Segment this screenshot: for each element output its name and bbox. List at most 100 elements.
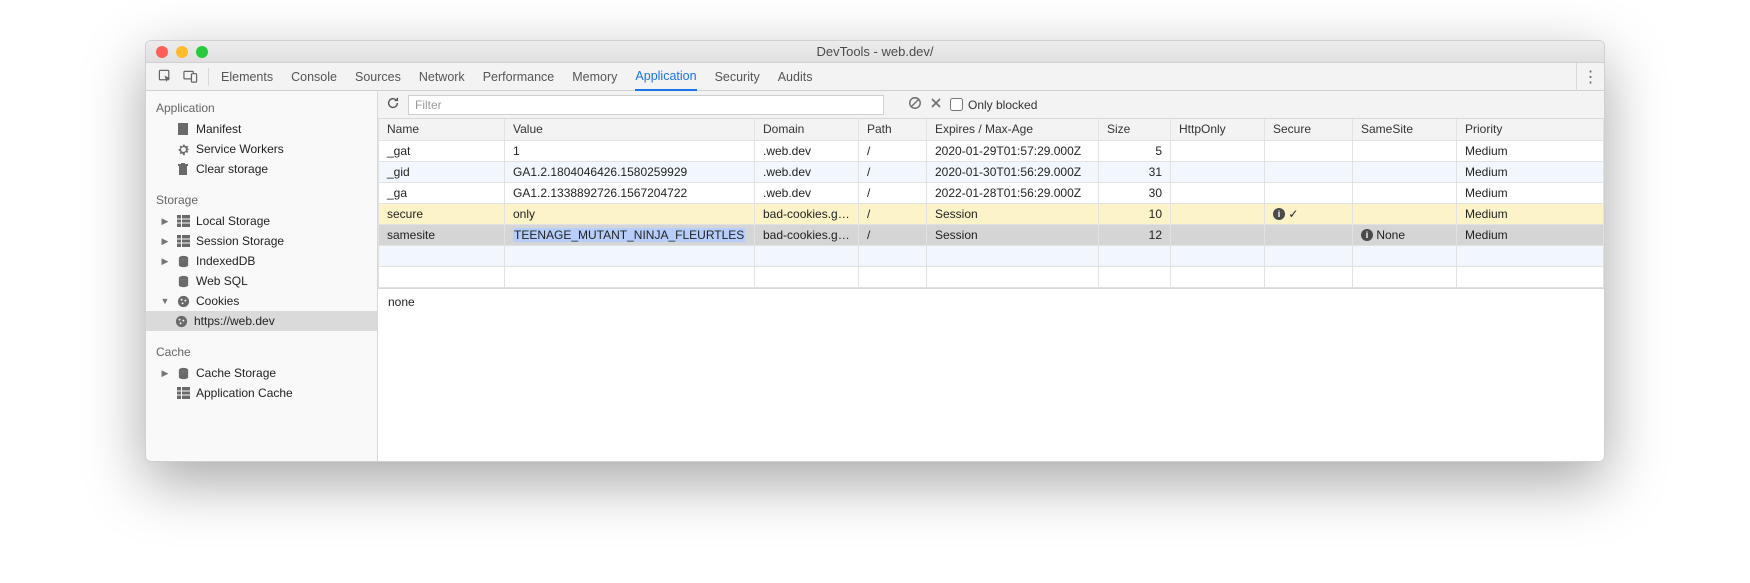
cell: Medium — [1457, 140, 1604, 161]
inspect-element-icon[interactable] — [158, 69, 173, 84]
divider — [208, 68, 209, 86]
only-blocked-label: Only blocked — [968, 98, 1037, 112]
tab-console[interactable]: Console — [291, 63, 337, 91]
delete-selected-icon[interactable] — [930, 97, 942, 112]
only-blocked-checkbox[interactable] — [950, 98, 963, 111]
cell — [1171, 161, 1265, 182]
table-row[interactable]: _gaGA1.2.1338892726.1567204722.web.dev/2… — [379, 182, 1604, 203]
table-row[interactable]: samesiteTEENAGE_MUTANT_NINJA_FLEURTLESba… — [379, 224, 1604, 245]
chevron-right-icon[interactable]: ▶ — [160, 216, 170, 227]
tab-audits[interactable]: Audits — [778, 63, 813, 91]
toggle-device-icon[interactable] — [183, 69, 198, 84]
cell: 5 — [1099, 140, 1171, 161]
sidebar-item-web-sql[interactable]: Web SQL — [146, 271, 377, 291]
sidebar-item-cookies[interactable]: ▼ Cookies — [146, 291, 377, 311]
chevron-right-icon[interactable]: ▶ — [160, 256, 170, 267]
sidebar-item-label: Service Workers — [196, 142, 284, 156]
table-row[interactable]: _gat1.web.dev/2020-01-29T01:57:29.000Z5M… — [379, 140, 1604, 161]
column-header-path[interactable]: Path — [859, 119, 927, 140]
only-blocked-toggle[interactable]: Only blocked — [950, 98, 1037, 112]
cell-empty — [859, 266, 927, 287]
cookies-filterbar: Only blocked — [378, 91, 1604, 119]
cell-empty — [1353, 245, 1457, 266]
clear-all-icon[interactable] — [908, 96, 922, 113]
cell: GA1.2.1804046426.1580259929 — [505, 161, 755, 182]
tab-network[interactable]: Network — [419, 63, 465, 91]
sidebar-item-label: Local Storage — [196, 214, 270, 228]
sidebar-item-cache-storage[interactable]: ▶Cache Storage — [146, 363, 377, 383]
cell-empty — [1265, 245, 1353, 266]
chevron-right-icon[interactable]: ▶ — [160, 236, 170, 247]
column-header-name[interactable]: Name — [379, 119, 505, 140]
gear-icon — [176, 143, 190, 156]
sidebar-item-application-cache[interactable]: Application Cache — [146, 383, 377, 403]
db-icon — [176, 255, 190, 268]
cell — [1265, 224, 1353, 245]
cell: / — [859, 182, 927, 203]
cell — [1353, 182, 1457, 203]
cell: 1 — [505, 140, 755, 161]
trash-icon — [176, 163, 190, 176]
sidebar-item-service-workers[interactable]: Service Workers — [146, 139, 377, 159]
column-header-size[interactable]: Size — [1099, 119, 1171, 140]
cell-empty — [1457, 245, 1604, 266]
sidebar-item-local-storage[interactable]: ▶ Local Storage — [146, 211, 377, 231]
toolbar-left-icons — [146, 69, 206, 84]
sidebar-item-session-storage[interactable]: ▶Session Storage — [146, 231, 377, 251]
sidebar-item-manifest[interactable]: Manifest — [146, 119, 377, 139]
table-row[interactable]: _gidGA1.2.1804046426.1580259929.web.dev/… — [379, 161, 1604, 182]
cell: 12 — [1099, 224, 1171, 245]
column-header-httponly[interactable]: HttpOnly — [1171, 119, 1265, 140]
cell: i None — [1353, 224, 1457, 245]
cell: Medium — [1457, 203, 1604, 224]
cell: _gid — [379, 161, 505, 182]
cell: .web.dev — [755, 182, 859, 203]
tab-security[interactable]: Security — [715, 63, 760, 91]
filter-input[interactable] — [408, 95, 884, 115]
sidebar-item-cookie-origin[interactable]: https://web.dev — [146, 311, 377, 331]
cell-empty — [859, 245, 927, 266]
chevron-down-icon[interactable]: ▼ — [160, 296, 170, 306]
table-header-row: NameValueDomainPathExpires / Max-AgeSize… — [379, 119, 1604, 140]
db-grid-icon — [176, 215, 190, 227]
cell-empty — [1171, 266, 1265, 287]
column-header-samesite[interactable]: SameSite — [1353, 119, 1457, 140]
cell: / — [859, 161, 927, 182]
devtools-tabbar: Elements Console Sources Network Performance… — [146, 63, 1604, 91]
sidebar-item-label: Cookies — [196, 294, 239, 308]
column-header-expires-max-age[interactable]: Expires / Max-Age — [927, 119, 1099, 140]
cell: 30 — [1099, 182, 1171, 203]
sidebar-item-indexeddb[interactable]: ▶ IndexedDB — [146, 251, 377, 271]
sidebar-section-cache: Cache — [146, 339, 377, 363]
cell: GA1.2.1338892726.1567204722 — [505, 182, 755, 203]
sidebar-item-label: Application Cache — [196, 386, 293, 400]
cell: Medium — [1457, 182, 1604, 203]
tab-memory[interactable]: Memory — [572, 63, 617, 91]
zoom-window-button[interactable] — [196, 46, 208, 58]
tab-performance[interactable]: Performance — [483, 63, 555, 91]
sidebar-item-label: IndexedDB — [196, 254, 255, 268]
cell-empty — [1265, 266, 1353, 287]
tab-application[interactable]: Application — [635, 63, 696, 91]
db-grid-icon — [176, 387, 190, 399]
column-header-value[interactable]: Value — [505, 119, 755, 140]
cell-empty — [379, 245, 505, 266]
cell: / — [859, 140, 927, 161]
sidebar-item-clear-storage[interactable]: Clear storage — [146, 159, 377, 179]
cookie-icon — [176, 295, 190, 308]
tab-elements[interactable]: Elements — [221, 63, 273, 91]
cookie-detail-pane: none — [378, 288, 1604, 462]
tab-sources[interactable]: Sources — [355, 63, 401, 91]
refresh-icon[interactable] — [386, 96, 400, 113]
column-header-priority[interactable]: Priority — [1457, 119, 1604, 140]
chevron-right-icon[interactable]: ▶ — [160, 368, 170, 379]
column-header-secure[interactable]: Secure — [1265, 119, 1353, 140]
window-title: DevTools - web.dev/ — [146, 44, 1604, 59]
column-header-domain[interactable]: Domain — [755, 119, 859, 140]
panel-tabs: Elements Console Sources Network Performance… — [215, 63, 1576, 91]
minimize-window-button[interactable] — [176, 46, 188, 58]
table-row[interactable]: secureonlybad-cookies.g…/Session10i ✓Med… — [379, 203, 1604, 224]
close-window-button[interactable] — [156, 46, 168, 58]
cell: Medium — [1457, 224, 1604, 245]
more-options-icon[interactable]: ⋮ — [1576, 63, 1604, 91]
